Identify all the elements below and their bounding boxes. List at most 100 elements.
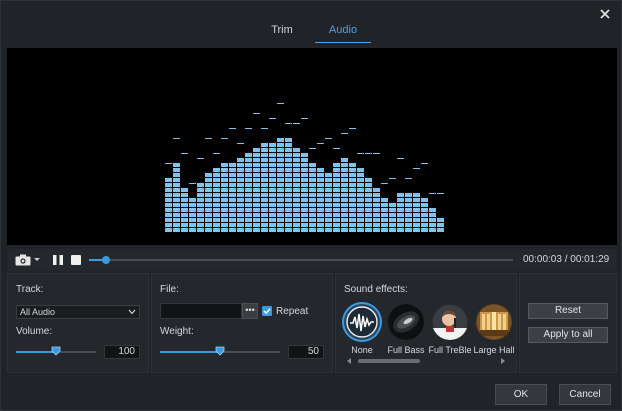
visualizer-segment bbox=[285, 138, 292, 142]
visualizer-segment bbox=[245, 223, 252, 227]
visualizer-segment bbox=[221, 178, 228, 182]
sound-effects-panel: Sound effects: None Full Bass Full TreBl… bbox=[335, 273, 517, 373]
effects-scrollbar-thumb[interactable] bbox=[358, 359, 420, 363]
visualizer-segment bbox=[261, 173, 268, 177]
volume-slider-handle[interactable] bbox=[51, 346, 61, 356]
visualizer-segment bbox=[317, 173, 324, 177]
effect-large-hall[interactable] bbox=[476, 304, 512, 340]
cancel-button[interactable]: Cancel bbox=[559, 384, 611, 405]
visualizer-peak bbox=[277, 103, 284, 104]
reset-button[interactable]: Reset bbox=[528, 303, 608, 319]
visualizer-segment bbox=[277, 188, 284, 192]
visualizer-segment bbox=[421, 223, 428, 227]
visualizer-segment bbox=[173, 203, 180, 207]
effect-full-bass[interactable] bbox=[388, 304, 424, 340]
visualizer-segment bbox=[317, 203, 324, 207]
visualizer-segment bbox=[221, 208, 228, 212]
track-select[interactable]: All Audio bbox=[16, 305, 140, 319]
visualizer-segment bbox=[333, 183, 340, 187]
visualizer-segment bbox=[181, 193, 188, 197]
effects-scrollbar[interactable] bbox=[346, 358, 506, 364]
visualizer-segment bbox=[229, 173, 236, 177]
volume-label: Volume: bbox=[16, 326, 53, 337]
effect-large-hall-label: Large Hall bbox=[473, 345, 515, 355]
visualizer-segment bbox=[269, 143, 276, 147]
visualizer-segment bbox=[293, 198, 300, 202]
browse-file-button[interactable]: ••• bbox=[242, 303, 258, 319]
repeat-checkbox[interactable] bbox=[262, 306, 272, 316]
visualizer-segment bbox=[317, 188, 324, 192]
visualizer-segment bbox=[269, 163, 276, 167]
file-path-input[interactable] bbox=[160, 303, 242, 319]
visualizer-segment bbox=[213, 223, 220, 227]
visualizer-segment bbox=[269, 188, 276, 192]
weight-value[interactable]: 50 bbox=[288, 345, 324, 359]
visualizer-segment bbox=[317, 193, 324, 197]
apply-to-all-button[interactable]: Apply to all bbox=[528, 327, 608, 343]
visualizer-segment bbox=[405, 228, 412, 232]
visualizer-segment bbox=[189, 218, 196, 222]
progress-bar[interactable] bbox=[89, 256, 513, 264]
visualizer-segment bbox=[213, 218, 220, 222]
visualizer-segment bbox=[277, 203, 284, 207]
progress-handle[interactable] bbox=[101, 256, 110, 264]
visualizer-segment bbox=[309, 223, 316, 227]
visualizer-segment bbox=[293, 153, 300, 157]
ok-button[interactable]: OK bbox=[495, 384, 547, 405]
effect-none[interactable] bbox=[344, 304, 380, 340]
visualizer-segment bbox=[181, 228, 188, 232]
visualizer-segment bbox=[373, 203, 380, 207]
visualizer-segment bbox=[189, 203, 196, 207]
visualizer-segment bbox=[317, 223, 324, 227]
visualizer-peak bbox=[309, 148, 316, 149]
pause-button[interactable] bbox=[51, 253, 65, 267]
visualizer-segment bbox=[333, 203, 340, 207]
visualizer-segment bbox=[237, 188, 244, 192]
tab-trim[interactable]: Trim bbox=[260, 19, 304, 43]
visualizer-segment bbox=[269, 173, 276, 177]
weight-slider-handle[interactable] bbox=[215, 346, 225, 356]
visualizer-segment bbox=[229, 163, 236, 167]
visualizer-segment bbox=[301, 168, 308, 172]
tab-audio[interactable]: Audio bbox=[315, 19, 371, 43]
visualizer-segment bbox=[365, 178, 372, 182]
visualizer-segment bbox=[301, 153, 308, 157]
visualizer-segment bbox=[397, 228, 404, 232]
snapshot-button[interactable] bbox=[15, 252, 43, 268]
effect-full-treble[interactable] bbox=[432, 304, 468, 340]
visualizer-segment bbox=[309, 203, 316, 207]
visualizer-segment bbox=[309, 218, 316, 222]
visualizer-peak bbox=[373, 153, 380, 154]
visualizer-segment bbox=[205, 173, 212, 177]
visualizer-segment bbox=[253, 203, 260, 207]
visualizer-segment bbox=[285, 193, 292, 197]
visualizer-segment bbox=[309, 198, 316, 202]
visualizer-segment bbox=[293, 203, 300, 207]
volume-value[interactable]: 100 bbox=[104, 345, 140, 359]
visualizer-segment bbox=[237, 158, 244, 162]
visualizer-segment bbox=[437, 228, 444, 232]
visualizer-segment bbox=[365, 208, 372, 212]
visualizer-segment bbox=[301, 208, 308, 212]
visualizer-segment bbox=[261, 203, 268, 207]
visualizer-segment bbox=[277, 193, 284, 197]
visualizer-segment bbox=[293, 158, 300, 162]
visualizer-peak bbox=[381, 183, 388, 184]
visualizer-segment bbox=[301, 158, 308, 162]
visualizer-peak bbox=[253, 113, 260, 114]
visualizer-segment bbox=[245, 178, 252, 182]
visualizer-segment bbox=[365, 228, 372, 232]
volume-slider[interactable] bbox=[16, 346, 96, 356]
weight-slider[interactable] bbox=[160, 346, 280, 356]
visualizer-segment bbox=[261, 213, 268, 217]
visualizer-segment bbox=[229, 198, 236, 202]
camera-icon bbox=[15, 254, 31, 266]
visualizer-segment bbox=[173, 213, 180, 217]
visualizer-segment bbox=[413, 228, 420, 232]
visualizer-segment bbox=[261, 163, 268, 167]
visualizer-peak bbox=[173, 138, 180, 139]
stop-button[interactable] bbox=[69, 253, 83, 267]
visualizer-segment bbox=[165, 223, 172, 227]
visualizer-segment bbox=[253, 198, 260, 202]
visualizer-segment bbox=[293, 228, 300, 232]
